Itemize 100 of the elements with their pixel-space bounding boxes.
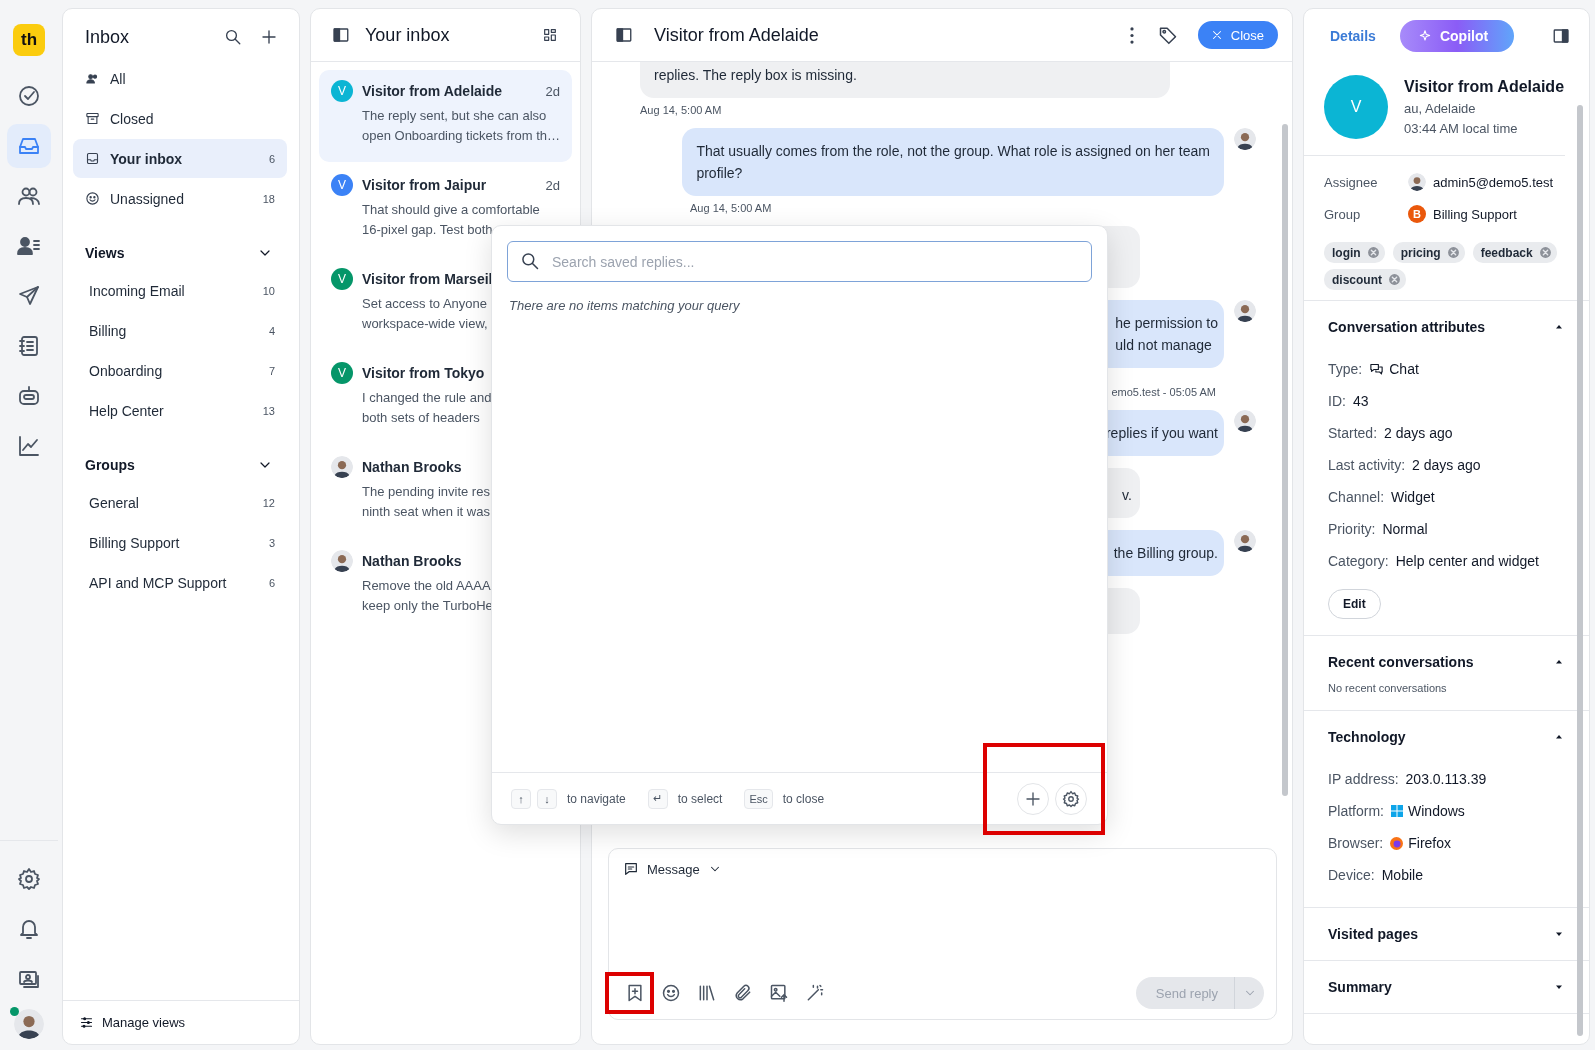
attribute-value: Windows (1391, 803, 1465, 819)
nav-button[interactable] (7, 124, 51, 168)
attribute-label: IP address: (1328, 771, 1399, 787)
section-header[interactable]: Views (63, 235, 299, 271)
sidebar-item[interactable]: General 12 (73, 483, 287, 522)
send-icon (17, 284, 41, 308)
attribute-label: Type: (1328, 361, 1363, 377)
avatar: V (331, 80, 353, 102)
message-time: Aug 14, 5:00 AM (640, 104, 723, 116)
section-header[interactable]: Groups (63, 447, 299, 483)
avatar-icon (331, 550, 353, 572)
sparkle-icon (1417, 29, 1432, 43)
check-circle-icon (17, 84, 41, 108)
hint-text: to navigate (567, 791, 626, 806)
tray-icon (85, 151, 100, 166)
sidebar-item[interactable]: Billing 4 (73, 311, 287, 350)
attach-icon (733, 983, 753, 1003)
message-preview: both sets of headers (362, 409, 480, 427)
attribute-label: Priority: (1328, 521, 1376, 537)
tag-chip[interactable]: login (1324, 242, 1385, 263)
close-conversation-button[interactable]: Close (1197, 21, 1278, 49)
remove-icon (1446, 246, 1460, 259)
robot-icon (17, 384, 41, 408)
message-preview: The reply sent, but she can also (362, 107, 547, 125)
empty-message: There are no items matching your query (509, 298, 741, 313)
contact-name: Visitor from Adelaide (1404, 78, 1565, 96)
panel-icon (615, 26, 633, 44)
manage-views-link[interactable]: Manage views (63, 1000, 299, 1044)
avatar-icon (1234, 410, 1256, 432)
sidebar-item[interactable]: Incoming Email 10 (73, 271, 287, 310)
hint-text: to close (782, 791, 825, 806)
conversation-item[interactable]: Nathan Brooks Remove the old AAAA keep only the TurboHe (319, 540, 572, 632)
item-count: 18 (262, 192, 275, 205)
remove-icon (1388, 273, 1401, 286)
message-preview: 16-pixel gap. Test both (362, 221, 493, 239)
message-preview: I changed the rule and (362, 389, 492, 407)
sidebar-item[interactable]: API and MCP Support 6 (73, 563, 287, 602)
section-header[interactable]: Summary (1304, 961, 1579, 1013)
panel-icon (332, 26, 350, 44)
sidebar-item[interactable]: All (73, 59, 287, 98)
avatar-icon (1408, 173, 1426, 191)
tab[interactable]: Details (1318, 20, 1388, 52)
avatar-icon (1234, 128, 1256, 150)
section-header[interactable]: Visited pages (1304, 908, 1579, 960)
message-time: emo5.test - 05:05 AM (1110, 386, 1216, 398)
contact-name: Visitor from Adelaide (362, 83, 503, 99)
remove-icon (1366, 246, 1380, 259)
sidebar-item[interactable]: Help Center 13 (73, 391, 287, 430)
sidebar-item[interactable]: Billing Support 3 (73, 523, 287, 562)
key-cap: ↓ (537, 788, 557, 809)
avatar: V (331, 174, 353, 196)
sidebar-item[interactable]: Unassigned 18 (73, 179, 287, 218)
item-count: 7 (268, 364, 275, 377)
tab[interactable]: Copilot (1399, 20, 1515, 52)
field-label: Assignee (1324, 174, 1379, 190)
attribute-label: Browser: (1328, 835, 1384, 851)
field-value[interactable]: admin5@demo5.test (1408, 173, 1554, 191)
sidebar-item[interactable]: Closed (73, 99, 287, 138)
chat-bubbles-icon (1369, 361, 1385, 377)
avatar-icon (14, 1009, 44, 1039)
message-time: Aug 14, 5:00 AM (690, 202, 773, 214)
tag-chip[interactable]: feedback (1472, 242, 1557, 263)
sidebar-item[interactable]: Onboarding 7 (73, 351, 287, 390)
field-label: Group (1324, 206, 1362, 222)
message-preview: Remove the old AAAA (362, 577, 491, 595)
avatar: V (331, 268, 353, 290)
message-text: he permission to (1115, 314, 1218, 333)
section-header[interactable]: Technology (1304, 711, 1579, 763)
notebook-icon (17, 334, 41, 358)
contact-name: Visitor from Tokyo (362, 365, 485, 381)
conversation-item[interactable]: V Visitor from Tokyo I changed the rule and both sets of headers (319, 352, 572, 444)
contacts-icon (17, 234, 41, 258)
key-cap: Esc (744, 788, 773, 809)
app-logo[interactable]: th (13, 24, 45, 56)
message-mode-dropdown[interactable]: Message (623, 861, 722, 877)
search-icon (224, 28, 242, 46)
group-badge: B (1408, 205, 1426, 223)
tag-chip[interactable]: pricing (1392, 242, 1465, 263)
chart-icon (17, 434, 41, 458)
message-preview: Set access to Anyone (362, 295, 488, 313)
conversation-item[interactable]: Nathan Brooks The pending invite res ninth seat when it was (319, 446, 572, 538)
section-header[interactable]: Conversation attributes (1304, 301, 1579, 353)
sidebar-title: Inbox (85, 26, 131, 48)
people-icon (85, 71, 100, 86)
conversation-title: Visitor from Adelaide (654, 24, 819, 46)
message-text: uld not manage (1115, 336, 1213, 355)
key-cap: ↵ (647, 788, 668, 809)
message-preview: workspace-wide view, (362, 315, 488, 333)
field-value[interactable]: B Billing Support (1408, 205, 1517, 223)
timestamp: 2d (545, 83, 560, 99)
search-field[interactable]: Search saved replies... (507, 241, 1092, 282)
tag-chip[interactable]: discount (1324, 269, 1406, 290)
windows-icon (1391, 805, 1403, 817)
grid-icon (542, 27, 558, 43)
sidebar-item[interactable]: Your inbox 6 (73, 139, 287, 178)
contact-avatar: V (1324, 75, 1388, 139)
settings-icon (1062, 789, 1080, 808)
face-icon (85, 191, 100, 206)
conversation-item[interactable]: V Visitor from Adelaide 2d The reply sent, but she can also open Onboarding tickets from th… (319, 70, 572, 162)
panel-icon (1552, 27, 1570, 45)
